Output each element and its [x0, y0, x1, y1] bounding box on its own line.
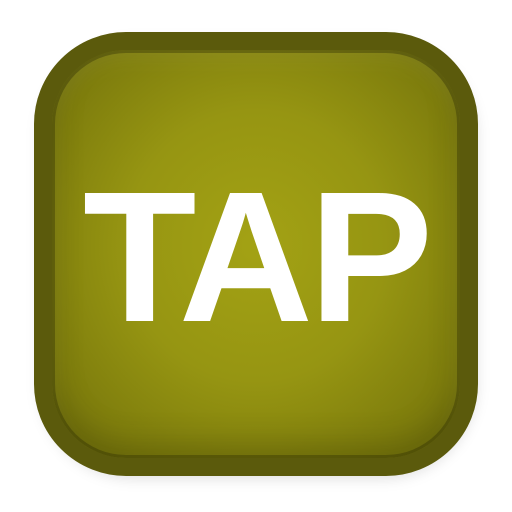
app-icon-canvas: TAP	[0, 0, 512, 512]
tap-label: TAP	[82, 154, 433, 361]
tap-app-icon-button[interactable]: TAP	[34, 32, 478, 476]
